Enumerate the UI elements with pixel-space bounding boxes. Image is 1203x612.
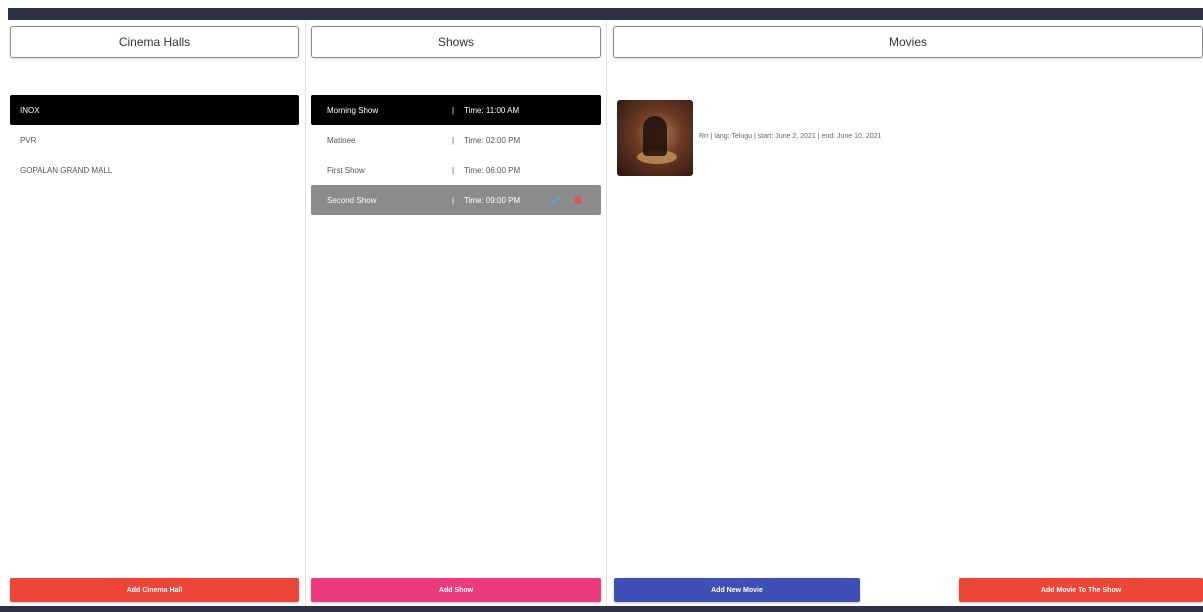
movies-column: Movies Rrr | lang: Telugu | start: June … <box>607 20 1203 606</box>
bottom-bar <box>0 606 1203 612</box>
show-separator: | <box>452 135 455 145</box>
movies-header: Movies <box>613 26 1203 58</box>
show-item-matinee[interactable]: Matinee | Time: 02:00 PM <box>311 125 601 155</box>
cinema-halls-column: Cinema Halls INOX PVR GOPALAN GRAND MALL… <box>8 20 306 606</box>
hall-item-inox[interactable]: INOX <box>10 95 299 125</box>
shows-column: Shows Morning Show | Time: 11:00 AM Mati… <box>306 20 607 606</box>
hall-item-gopalan-grand-mall[interactable]: GOPALAN GRAND MALL <box>10 155 299 185</box>
show-name: Morning Show <box>327 105 379 115</box>
edit-icon[interactable] <box>551 195 561 205</box>
cinema-halls-list: INOX PVR GOPALAN GRAND MALL <box>10 95 299 185</box>
show-separator: | <box>452 105 455 115</box>
shows-list: Morning Show | Time: 11:00 AM Matinee | … <box>311 95 601 215</box>
show-item-second[interactable]: Second Show | Time: 09:00 PM <box>311 185 601 215</box>
delete-icon[interactable] <box>573 195 583 205</box>
show-separator: | <box>452 165 455 175</box>
show-separator: | <box>452 195 455 205</box>
show-time: Time: 06:00 PM <box>464 165 521 175</box>
add-cinema-hall-button[interactable]: Add Cinema Hall <box>10 578 299 602</box>
poster-figure <box>643 116 667 156</box>
show-time: Time: 09:00 PM <box>464 195 521 205</box>
add-show-button[interactable]: Add Show <box>311 578 601 602</box>
add-movie-to-show-button[interactable]: Add Movie To The Show <box>959 578 1203 602</box>
top-app-bar-stripe <box>8 8 1203 20</box>
show-name: First Show <box>327 165 365 175</box>
movie-info: Rrr | lang: Telugu | start: June 2, 2021… <box>699 133 882 140</box>
show-item-first[interactable]: First Show | Time: 06:00 PM <box>311 155 601 185</box>
show-name: Second Show <box>327 195 377 205</box>
top-app-bar <box>0 0 1203 20</box>
show-time: Time: 02:00 PM <box>464 135 521 145</box>
add-new-movie-button[interactable]: Add New Movie <box>614 578 860 602</box>
show-name: Matinee <box>327 135 356 145</box>
hall-item-pvr[interactable]: PVR <box>10 125 299 155</box>
show-time: Time: 11:00 AM <box>464 105 520 115</box>
shows-header: Shows <box>311 26 601 58</box>
cinema-halls-header: Cinema Halls <box>10 26 299 58</box>
show-item-morning[interactable]: Morning Show | Time: 11:00 AM <box>311 95 601 125</box>
movie-poster <box>617 100 693 176</box>
movie-item[interactable]: Rrr | lang: Telugu | start: June 2, 2021… <box>617 100 1203 176</box>
